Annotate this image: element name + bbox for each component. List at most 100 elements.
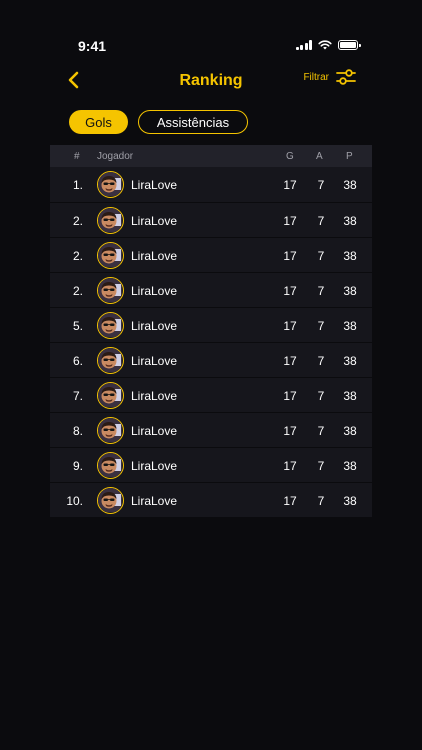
table-row[interactable]: 7. LiraLove 17 7 38 bbox=[50, 377, 372, 412]
assists-value: 7 bbox=[317, 178, 325, 192]
goals-value: 17 bbox=[283, 214, 297, 228]
avatar bbox=[97, 487, 124, 514]
player-name: LiraLove bbox=[131, 319, 178, 333]
player-name: LiraLove bbox=[131, 424, 178, 438]
goals-value: 17 bbox=[283, 319, 297, 333]
player-name: LiraLove bbox=[131, 284, 178, 298]
player-name: LiraLove bbox=[131, 178, 178, 192]
goals-value: 17 bbox=[283, 459, 297, 473]
avatar bbox=[97, 417, 124, 444]
status-bar: 9:41 bbox=[0, 0, 422, 60]
avatar-photo bbox=[98, 243, 122, 267]
avatar-photo bbox=[98, 348, 122, 372]
tab-assistencias[interactable]: Assistências bbox=[138, 110, 248, 134]
goals-value: 17 bbox=[283, 354, 297, 368]
points-value: 38 bbox=[343, 284, 357, 298]
avatar-photo bbox=[98, 383, 122, 407]
assists-value: 7 bbox=[317, 249, 325, 263]
avatar bbox=[97, 452, 124, 479]
column-a-header: A bbox=[316, 151, 323, 162]
signal-icon bbox=[295, 40, 312, 50]
player-name: LiraLove bbox=[131, 494, 178, 508]
points-value: 38 bbox=[343, 494, 357, 508]
points-value: 38 bbox=[343, 319, 357, 333]
ranking-tabs: Gols Assistências bbox=[69, 110, 248, 134]
column-player-header: Jogador bbox=[97, 151, 134, 162]
player-name: LiraLove bbox=[131, 214, 178, 228]
table-row[interactable]: 6. LiraLove 17 7 38 bbox=[50, 342, 372, 377]
rank-position: 2. bbox=[72, 249, 83, 263]
assists-value: 7 bbox=[317, 354, 325, 368]
filter-label: Filtrar bbox=[303, 71, 329, 83]
rank-position: 9. bbox=[72, 459, 83, 473]
assists-value: 7 bbox=[317, 459, 325, 473]
rank-position: 8. bbox=[72, 424, 83, 438]
table-row[interactable]: 2. LiraLove 17 7 38 bbox=[50, 272, 372, 307]
page-title: Ranking bbox=[179, 72, 243, 89]
rank-position: 7. bbox=[72, 389, 83, 403]
goals-value: 17 bbox=[283, 389, 297, 403]
table-row[interactable]: 2. LiraLove 17 7 38 bbox=[50, 202, 372, 237]
player-name: LiraLove bbox=[131, 354, 178, 368]
avatar bbox=[97, 347, 124, 374]
assists-value: 7 bbox=[317, 319, 325, 333]
rank-position: 2. bbox=[72, 284, 83, 298]
sliders-icon bbox=[336, 69, 356, 85]
rank-position: 5. bbox=[72, 319, 83, 333]
avatar-photo bbox=[98, 172, 122, 196]
player-name: LiraLove bbox=[131, 249, 178, 263]
goals-value: 17 bbox=[283, 494, 297, 508]
avatar-photo bbox=[98, 278, 122, 302]
avatar bbox=[97, 277, 124, 304]
table-row[interactable]: 2. LiraLove 17 7 38 bbox=[50, 237, 372, 272]
avatar-photo bbox=[98, 488, 122, 512]
goals-value: 17 bbox=[283, 178, 297, 192]
table-row[interactable]: 8. LiraLove 17 7 38 bbox=[50, 412, 372, 447]
points-value: 38 bbox=[343, 249, 357, 263]
battery-icon bbox=[338, 40, 361, 50]
avatar bbox=[97, 382, 124, 409]
table-row[interactable]: 1. LiraLove 17 7 38 bbox=[50, 167, 372, 202]
wifi-icon bbox=[318, 40, 332, 50]
avatar-photo bbox=[98, 208, 122, 232]
avatar bbox=[97, 312, 124, 339]
points-value: 38 bbox=[343, 424, 357, 438]
assists-value: 7 bbox=[317, 424, 325, 438]
assists-value: 7 bbox=[317, 214, 325, 228]
assists-value: 7 bbox=[317, 284, 325, 298]
table-body: 1. LiraLove 17 7 38 2. LiraLove 17 7 38 … bbox=[50, 167, 372, 517]
header: Ranking Filtrar bbox=[0, 62, 422, 102]
points-value: 38 bbox=[343, 354, 357, 368]
table-row[interactable]: 10. LiraLove 17 7 38 bbox=[50, 482, 372, 517]
goals-value: 17 bbox=[283, 249, 297, 263]
table-row[interactable]: 9. LiraLove 17 7 38 bbox=[50, 447, 372, 482]
points-value: 38 bbox=[343, 214, 357, 228]
table-row[interactable]: 5. LiraLove 17 7 38 bbox=[50, 307, 372, 342]
player-name: LiraLove bbox=[131, 459, 178, 473]
avatar-photo bbox=[98, 453, 122, 477]
avatar-photo bbox=[98, 313, 122, 337]
goals-value: 17 bbox=[283, 284, 297, 298]
column-g-header: G bbox=[286, 151, 294, 162]
player-name: LiraLove bbox=[131, 389, 178, 403]
rank-position: 1. bbox=[72, 178, 83, 192]
avatar bbox=[97, 207, 124, 234]
avatar-photo bbox=[98, 418, 122, 442]
rank-position: 10. bbox=[66, 494, 83, 508]
assists-value: 7 bbox=[317, 494, 325, 508]
rank-position: 2. bbox=[72, 214, 83, 228]
assists-value: 7 bbox=[317, 389, 325, 403]
status-icons bbox=[295, 40, 361, 50]
column-p-header: P bbox=[346, 151, 353, 162]
points-value: 38 bbox=[343, 459, 357, 473]
table-header: # Jogador G A P bbox=[50, 145, 372, 167]
rank-position: 6. bbox=[72, 354, 83, 368]
points-value: 38 bbox=[343, 178, 357, 192]
avatar bbox=[97, 171, 124, 198]
ranking-table: # Jogador G A P 1. LiraLove 17 7 38 2. L… bbox=[50, 145, 372, 517]
filter-button[interactable]: Filtrar bbox=[303, 68, 356, 86]
column-rank-header: # bbox=[74, 151, 80, 162]
tab-gols[interactable]: Gols bbox=[69, 110, 128, 134]
goals-value: 17 bbox=[283, 424, 297, 438]
status-time: 9:41 bbox=[78, 38, 107, 54]
